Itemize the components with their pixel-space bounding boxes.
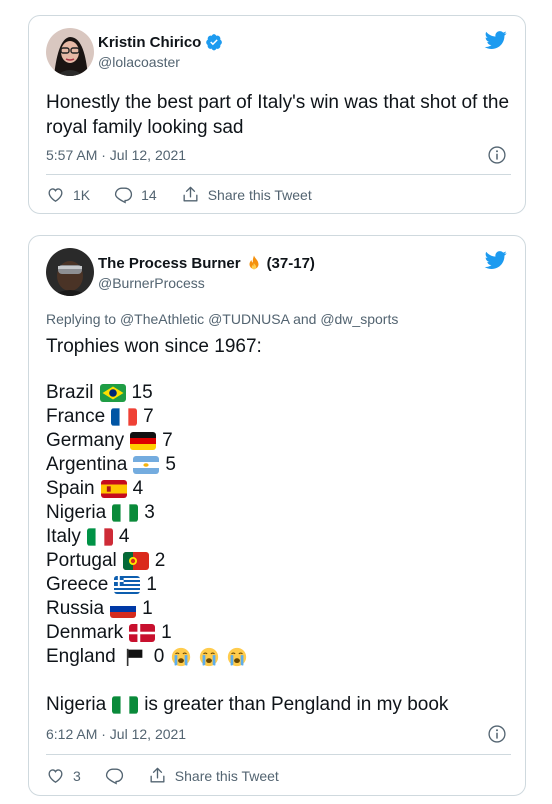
argentina-flag-icon xyxy=(133,456,160,474)
trophy-count: 1 xyxy=(146,574,157,595)
trophy-count: 7 xyxy=(162,430,173,451)
share-icon xyxy=(150,767,165,783)
trophy-row: Italy 4 xyxy=(46,525,248,549)
trophy-list: Brazil 15 France 7 Germany 7 Argentina 5 Spain 4 N… xyxy=(46,381,248,669)
divider xyxy=(46,754,511,755)
trophy-row: Portugal 2 xyxy=(46,549,248,573)
trophy-count: 1 xyxy=(142,598,153,619)
portugal-flag-icon xyxy=(122,552,149,570)
fire-icon xyxy=(249,255,259,270)
trophy-country: Argentina xyxy=(46,454,128,475)
trophy-row: Germany 7 xyxy=(46,429,248,453)
reply-count: 14 xyxy=(141,186,157,203)
like-count: 3 xyxy=(73,767,81,784)
trophy-count: 15 xyxy=(131,382,153,403)
avatar[interactable] xyxy=(46,248,94,296)
trophy-row: England 0 xyxy=(46,645,248,669)
trophy-row: Greece 1 xyxy=(46,573,248,597)
heart-icon xyxy=(48,188,63,203)
twitter-bird-icon[interactable] xyxy=(483,29,509,51)
divider xyxy=(46,174,511,175)
reply-button[interactable]: 14 xyxy=(114,185,157,204)
share-button[interactable]: Share this Tweet xyxy=(148,766,279,785)
tweet-card-2[interactable]: The Process Burner (37-17) @BurnerProces… xyxy=(28,235,526,796)
closing-prefix: Nigeria xyxy=(46,694,107,715)
timestamp[interactable]: 5:57 AM · Jul 12, 2021 xyxy=(46,147,186,163)
trophy-country: France xyxy=(46,406,106,427)
author-handle[interactable]: @BurnerProcess xyxy=(98,275,205,291)
reply-icon xyxy=(105,768,123,785)
author-record: (37-17) xyxy=(266,254,315,272)
trophy-count: 5 xyxy=(165,454,176,475)
crying-face-icon xyxy=(170,646,192,668)
closing-suffix: is greater than Pengland in my book xyxy=(144,694,449,715)
greece-flag-icon xyxy=(114,576,141,594)
black-flag-flag-icon xyxy=(122,648,148,666)
trophy-row: Brazil 15 xyxy=(46,381,248,405)
trophy-row: Denmark 1 xyxy=(46,621,248,645)
spain-flag-icon xyxy=(100,480,127,498)
like-button[interactable]: 1K xyxy=(46,185,90,204)
timestamp[interactable]: 6:12 AM · Jul 12, 2021 xyxy=(46,726,186,742)
author-name[interactable]: The Process Burner xyxy=(98,255,241,272)
trophy-count: 3 xyxy=(144,502,155,523)
crying-face-icon xyxy=(226,646,248,668)
nigeria-flag-icon xyxy=(112,504,139,522)
trophy-country: Spain xyxy=(46,478,95,499)
trophy-country: England xyxy=(46,646,116,667)
brazil-flag-icon xyxy=(99,384,126,402)
share-button[interactable]: Share this Tweet xyxy=(181,185,312,204)
replying-to: Replying to @TheAthletic @TUDNUSA and @d… xyxy=(46,311,398,327)
closing-line: Nigeria is greater than Pengland in my b… xyxy=(46,692,511,717)
italy-flag-icon xyxy=(86,528,113,546)
avatar[interactable] xyxy=(46,28,94,76)
author-name[interactable]: Kristin Chirico xyxy=(98,34,201,51)
trophy-row: Spain 4 xyxy=(46,477,248,501)
replying-prefix: Replying to xyxy=(46,311,117,327)
tweet-card-1[interactable]: Kristin Chirico @lolacoaster Honestly th… xyxy=(28,15,526,214)
trophy-country: Greece xyxy=(46,574,109,595)
info-icon[interactable] xyxy=(487,724,507,744)
trophy-count: 1 xyxy=(161,622,172,643)
trophy-count: 0 xyxy=(153,646,165,667)
trophy-count: 4 xyxy=(132,478,144,499)
trophy-row: Russia 1 xyxy=(46,597,248,621)
author-handle[interactable]: @lolacoaster xyxy=(98,54,180,70)
tweet-intro: Trophies won since 1967: xyxy=(46,336,262,357)
russia-flag-icon xyxy=(110,600,137,618)
denmark-flag-icon xyxy=(129,624,156,642)
trophy-row: Argentina 5 xyxy=(46,453,248,477)
crying-face-icon xyxy=(198,646,220,668)
trophy-row: Nigeria 3 xyxy=(46,501,248,525)
replying-mentions[interactable]: @TheAthletic @TUDNUSA and @dw_sports xyxy=(120,311,398,327)
share-label: Share this Tweet xyxy=(207,186,312,203)
like-count: 1K xyxy=(73,186,91,203)
twitter-bird-icon[interactable] xyxy=(483,249,509,271)
verified-badge-icon xyxy=(206,34,223,51)
reply-button[interactable] xyxy=(105,766,124,785)
nigeria-flag-icon xyxy=(112,695,139,714)
trophy-country: Denmark xyxy=(46,622,124,643)
trophy-count: 7 xyxy=(143,406,154,427)
reply-icon xyxy=(115,187,133,204)
like-button[interactable]: 3 xyxy=(46,766,81,785)
trophy-country: Germany xyxy=(46,430,125,451)
trophy-country: Nigeria xyxy=(46,502,107,523)
trophy-country: Russia xyxy=(46,598,105,619)
trophy-country: Portugal xyxy=(46,550,117,571)
tweet-text: Honestly the best part of Italy's win wa… xyxy=(46,92,510,138)
share-label: Share this Tweet xyxy=(174,767,279,784)
heart-icon xyxy=(48,769,63,784)
germany-flag-icon xyxy=(130,432,157,450)
trophy-row: France 7 xyxy=(46,405,248,429)
trophy-country: Brazil xyxy=(46,382,94,403)
share-icon xyxy=(183,186,198,202)
info-icon[interactable] xyxy=(487,145,507,165)
france-flag-icon xyxy=(111,408,138,426)
trophy-count: 4 xyxy=(118,526,130,547)
trophy-country: Italy xyxy=(46,526,81,547)
trophy-count: 2 xyxy=(154,550,166,571)
